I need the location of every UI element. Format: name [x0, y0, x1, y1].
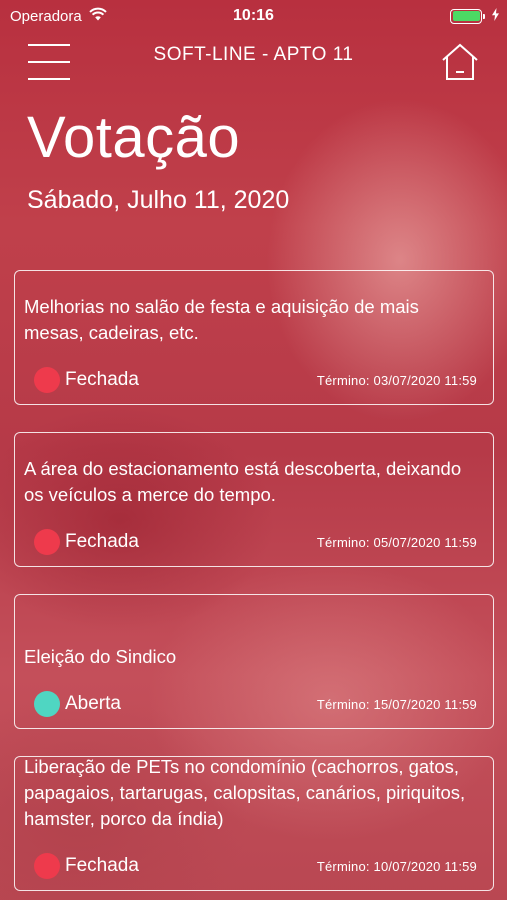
- nav-bar: SOFT-LINE - APTO 11: [0, 40, 507, 86]
- status-dot-icon: [34, 853, 60, 879]
- page-date: Sábado, Julho 11, 2020: [27, 186, 290, 214]
- vote-description: Liberação de PETs no condomínio (cachorr…: [24, 756, 466, 829]
- vote-status: Fechada: [34, 367, 139, 393]
- vote-description: Eleição do Sindico: [24, 646, 177, 667]
- vote-description: A área do estacionamento está descoberta…: [24, 458, 462, 505]
- status-right: [450, 7, 499, 25]
- nav-title: SOFT-LINE - APTO 11: [153, 44, 354, 65]
- status-label: Fechada: [65, 855, 139, 876]
- status-left: Operadora: [10, 7, 107, 25]
- vote-status: Fechada: [34, 529, 139, 555]
- vote-deadline: Término: 03/07/2020 11:59: [316, 372, 477, 388]
- status-dot-icon: [34, 691, 60, 717]
- vote-deadline: Término: 10/07/2020 11:59: [316, 858, 477, 874]
- carrier-label: Operadora: [10, 7, 82, 25]
- status-label: Fechada: [65, 369, 139, 390]
- vote-status: Aberta: [34, 691, 121, 717]
- battery-icon: [450, 8, 485, 24]
- status-dot-icon: [34, 367, 60, 393]
- wifi-icon: [89, 7, 107, 25]
- vote-card[interactable]: Melhorias no salão de festa e aquisição …: [14, 270, 494, 405]
- status-label: Aberta: [65, 693, 121, 714]
- vote-deadline: Término: 15/07/2020 11:59: [316, 696, 477, 712]
- vote-footer: Fechada Término: 10/07/2020 11:59: [34, 852, 477, 880]
- vote-footer: Fechada Término: 05/07/2020 11:59: [34, 528, 477, 556]
- status-bar: Operadora 10:16: [0, 0, 507, 32]
- vote-card[interactable]: Eleição do Sindico Aberta Término: 15/07…: [14, 594, 494, 729]
- vote-description: Melhorias no salão de festa e aquisição …: [24, 296, 419, 343]
- battery-level: [452, 11, 480, 21]
- charging-bolt-icon: [492, 7, 499, 25]
- status-dot-icon: [34, 529, 60, 555]
- home-icon[interactable]: [440, 42, 480, 82]
- vote-deadline: Término: 05/07/2020 11:59: [316, 534, 477, 550]
- vote-footer: Aberta Término: 15/07/2020 11:59: [34, 690, 477, 718]
- status-label: Fechada: [65, 531, 139, 552]
- vote-card[interactable]: Liberação de PETs no condomínio (cachorr…: [14, 756, 494, 891]
- vote-footer: Fechada Término: 03/07/2020 11:59: [34, 366, 477, 394]
- vote-status: Fechada: [34, 853, 139, 879]
- vote-card[interactable]: A área do estacionamento está descoberta…: [14, 432, 494, 567]
- page-title: Votação: [27, 105, 241, 170]
